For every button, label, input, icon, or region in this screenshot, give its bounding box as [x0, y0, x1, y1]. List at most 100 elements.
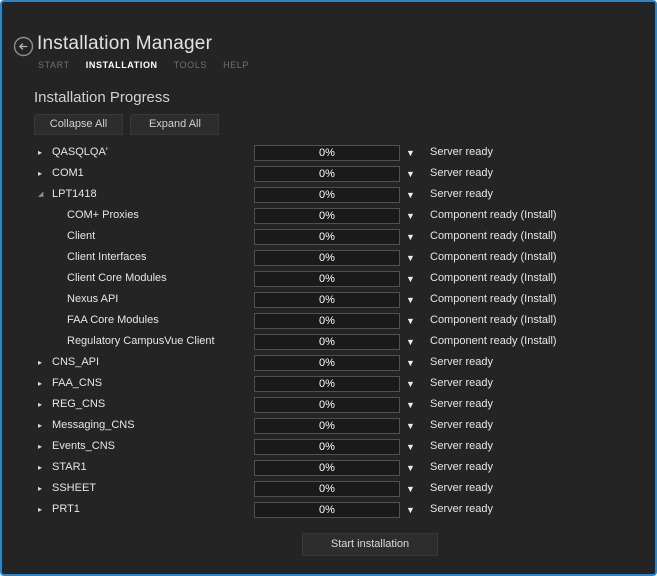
status-dropdown[interactable]: Server ready [430, 419, 493, 431]
start-installation-button[interactable]: Start installation [302, 533, 438, 556]
chevron-down-icon[interactable]: ▼ [406, 315, 415, 327]
status-dropdown[interactable]: Server ready [430, 377, 493, 389]
chevron-down-icon[interactable]: ▼ [406, 420, 415, 432]
tree-item-label[interactable]: PRT1 [52, 503, 80, 515]
progress-value: 0% [319, 504, 335, 516]
back-button[interactable] [13, 36, 34, 57]
tab-tools[interactable]: TOOLS [174, 60, 207, 70]
status-dropdown[interactable]: Component ready (Install) [430, 209, 557, 221]
chevron-down-icon[interactable]: ▼ [406, 462, 415, 474]
tree-item-label[interactable]: STAR1 [52, 461, 87, 473]
expander-icon [38, 251, 50, 265]
tab-start[interactable]: START [38, 60, 70, 70]
chevron-down-icon[interactable]: ▼ [406, 399, 415, 411]
tree-row: FAA Core Modules 0% ▼ Component ready (I… [2, 311, 655, 332]
progress-value: 0% [319, 357, 335, 369]
tree-item-label[interactable]: COM+ Proxies [67, 209, 139, 221]
tree-item-label[interactable]: QASQLQA' [52, 146, 108, 158]
chevron-down-icon[interactable]: ▼ [406, 357, 415, 369]
tree-item-label[interactable]: CNS_API [52, 356, 99, 368]
tree-row: ▸ SSHEET 0% ▼ Server ready [2, 479, 655, 500]
tree-item-label[interactable]: Client [67, 230, 95, 242]
progress-bar: 0% [254, 418, 400, 434]
tree-row: ▸ PRT1 0% ▼ Server ready [2, 500, 655, 521]
chevron-down-icon[interactable]: ▼ [406, 336, 415, 348]
chevron-down-icon[interactable]: ▼ [406, 189, 415, 201]
toolbar: Collapse All Expand All [34, 114, 222, 135]
progress-value: 0% [319, 231, 335, 243]
chevron-down-icon[interactable]: ▼ [406, 294, 415, 306]
chevron-down-icon[interactable]: ▼ [406, 210, 415, 222]
expander-icon [38, 293, 50, 307]
expander-icon[interactable]: ▸ [38, 398, 50, 412]
chevron-down-icon[interactable]: ▼ [406, 147, 415, 159]
status-dropdown[interactable]: Server ready [430, 146, 493, 158]
status-dropdown[interactable]: Server ready [430, 440, 493, 452]
expander-icon[interactable]: ▸ [38, 503, 50, 517]
status-dropdown[interactable]: Server ready [430, 482, 493, 494]
tree-row: ▸ Messaging_CNS 0% ▼ Server ready [2, 416, 655, 437]
expander-icon[interactable]: ▸ [38, 461, 50, 475]
progress-value: 0% [319, 294, 335, 306]
tree-item-label[interactable]: Client Interfaces [67, 251, 146, 263]
expander-icon[interactable]: ◢ [38, 188, 50, 202]
expander-icon[interactable]: ▸ [38, 440, 50, 454]
expand-all-button[interactable]: Expand All [130, 114, 220, 135]
tree-item-label[interactable]: Regulatory CampusVue Client [67, 335, 215, 347]
status-dropdown[interactable]: Component ready (Install) [430, 230, 557, 242]
tab-installation[interactable]: INSTALLATION [86, 60, 158, 70]
tree-item-label[interactable]: COM1 [52, 167, 84, 179]
progress-bar: 0% [254, 145, 400, 161]
expander-icon[interactable]: ▸ [38, 146, 50, 160]
tree-item-label[interactable]: LPT1418 [52, 188, 97, 200]
chevron-down-icon[interactable]: ▼ [406, 441, 415, 453]
chevron-down-icon[interactable]: ▼ [406, 168, 415, 180]
progress-value: 0% [319, 462, 335, 474]
tree-item-label[interactable]: Nexus API [67, 293, 118, 305]
tree-item-label[interactable]: REG_CNS [52, 398, 105, 410]
tree-item-label[interactable]: FAA Core Modules [67, 314, 159, 326]
chevron-down-icon[interactable]: ▼ [406, 378, 415, 390]
tree-item-label[interactable]: Events_CNS [52, 440, 115, 452]
chevron-down-icon[interactable]: ▼ [406, 504, 415, 516]
tree-item-label[interactable]: FAA_CNS [52, 377, 102, 389]
status-dropdown[interactable]: Component ready (Install) [430, 272, 557, 284]
progress-bar: 0% [254, 334, 400, 350]
status-dropdown[interactable]: Component ready (Install) [430, 251, 557, 263]
expander-icon[interactable]: ▸ [38, 377, 50, 391]
expander-icon[interactable]: ▸ [38, 167, 50, 181]
status-dropdown[interactable]: Component ready (Install) [430, 293, 557, 305]
status-dropdown[interactable]: Component ready (Install) [430, 314, 557, 326]
tree-row: ▸ Events_CNS 0% ▼ Server ready [2, 437, 655, 458]
expander-icon[interactable]: ▸ [38, 419, 50, 433]
tree-item-label[interactable]: Messaging_CNS [52, 419, 135, 431]
progress-bar: 0% [254, 208, 400, 224]
tree-row: Client 0% ▼ Component ready (Install) [2, 227, 655, 248]
expander-icon [38, 230, 50, 244]
chevron-down-icon[interactable]: ▼ [406, 273, 415, 285]
chevron-down-icon[interactable]: ▼ [406, 252, 415, 264]
expander-icon[interactable]: ▸ [38, 482, 50, 496]
progress-bar: 0% [254, 250, 400, 266]
status-dropdown[interactable]: Server ready [430, 356, 493, 368]
chevron-down-icon[interactable]: ▼ [406, 231, 415, 243]
chevron-down-icon[interactable]: ▼ [406, 483, 415, 495]
status-dropdown[interactable]: Server ready [430, 503, 493, 515]
progress-bar: 0% [254, 271, 400, 287]
status-dropdown[interactable]: Server ready [430, 188, 493, 200]
progress-value: 0% [319, 336, 335, 348]
collapse-all-button[interactable]: Collapse All [34, 114, 123, 135]
status-dropdown[interactable]: Server ready [430, 461, 493, 473]
tree-item-label[interactable]: Client Core Modules [67, 272, 167, 284]
progress-value: 0% [319, 273, 335, 285]
status-dropdown[interactable]: Server ready [430, 398, 493, 410]
status-dropdown[interactable]: Component ready (Install) [430, 335, 557, 347]
progress-value: 0% [319, 210, 335, 222]
progress-value: 0% [319, 399, 335, 411]
tab-help[interactable]: HELP [223, 60, 249, 70]
status-dropdown[interactable]: Server ready [430, 167, 493, 179]
progress-value: 0% [319, 168, 335, 180]
expander-icon[interactable]: ▸ [38, 356, 50, 370]
tree-rows: ▸ QASQLQA' 0% ▼ Server ready ▸ COM1 0% ▼… [2, 143, 655, 521]
tree-item-label[interactable]: SSHEET [52, 482, 96, 494]
